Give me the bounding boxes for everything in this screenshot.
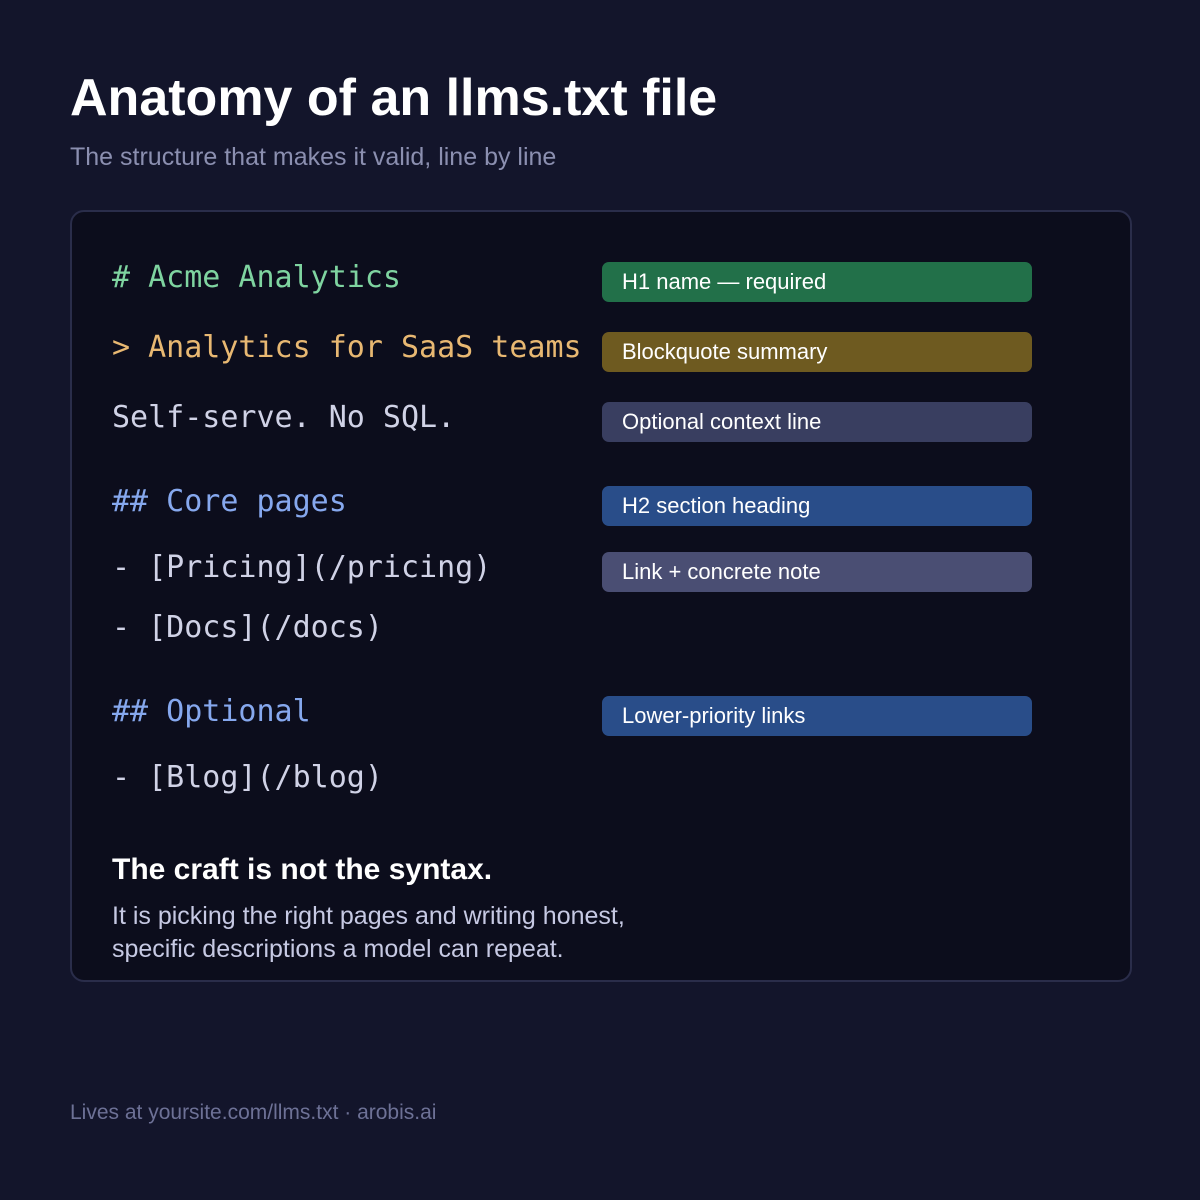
code-line-link-docs: - [Docs](/docs) [112,610,383,645]
page-subtitle: The structure that makes it valid, line … [70,143,557,171]
annotation-h2-heading: H2 section heading [602,486,1032,526]
annotation-blockquote-summary: Blockquote summary [602,332,1032,372]
code-line-h2-optional: ## Optional [112,694,311,729]
code-line-h2-core: ## Core pages [112,484,347,519]
footer-note: Lives at yoursite.com/llms.txt · arobis.… [70,1101,437,1124]
callout-title: The craft is not the syntax. [112,853,493,886]
callout-body: It is picking the right pages and writin… [112,902,625,963]
code-line-context: Self-serve. No SQL. [112,400,456,435]
annotation-h1-name: H1 name — required [602,262,1032,302]
annotation-link-note: Link + concrete note [602,552,1032,592]
annotation-lower-priority: Lower-priority links [602,696,1032,736]
code-line-h1: # Acme Analytics [112,260,401,295]
code-line-link-pricing: - [Pricing](/pricing) [112,550,492,585]
page-title: Anatomy of an llms.txt file [70,69,718,127]
code-line-blockquote: > Analytics for SaaS teams [112,330,582,365]
code-line-link-blog: - [Blog](/blog) [112,760,383,795]
code-panel: # Acme Analytics H1 name — required > An… [70,210,1132,982]
annotation-context-line: Optional context line [602,402,1032,442]
